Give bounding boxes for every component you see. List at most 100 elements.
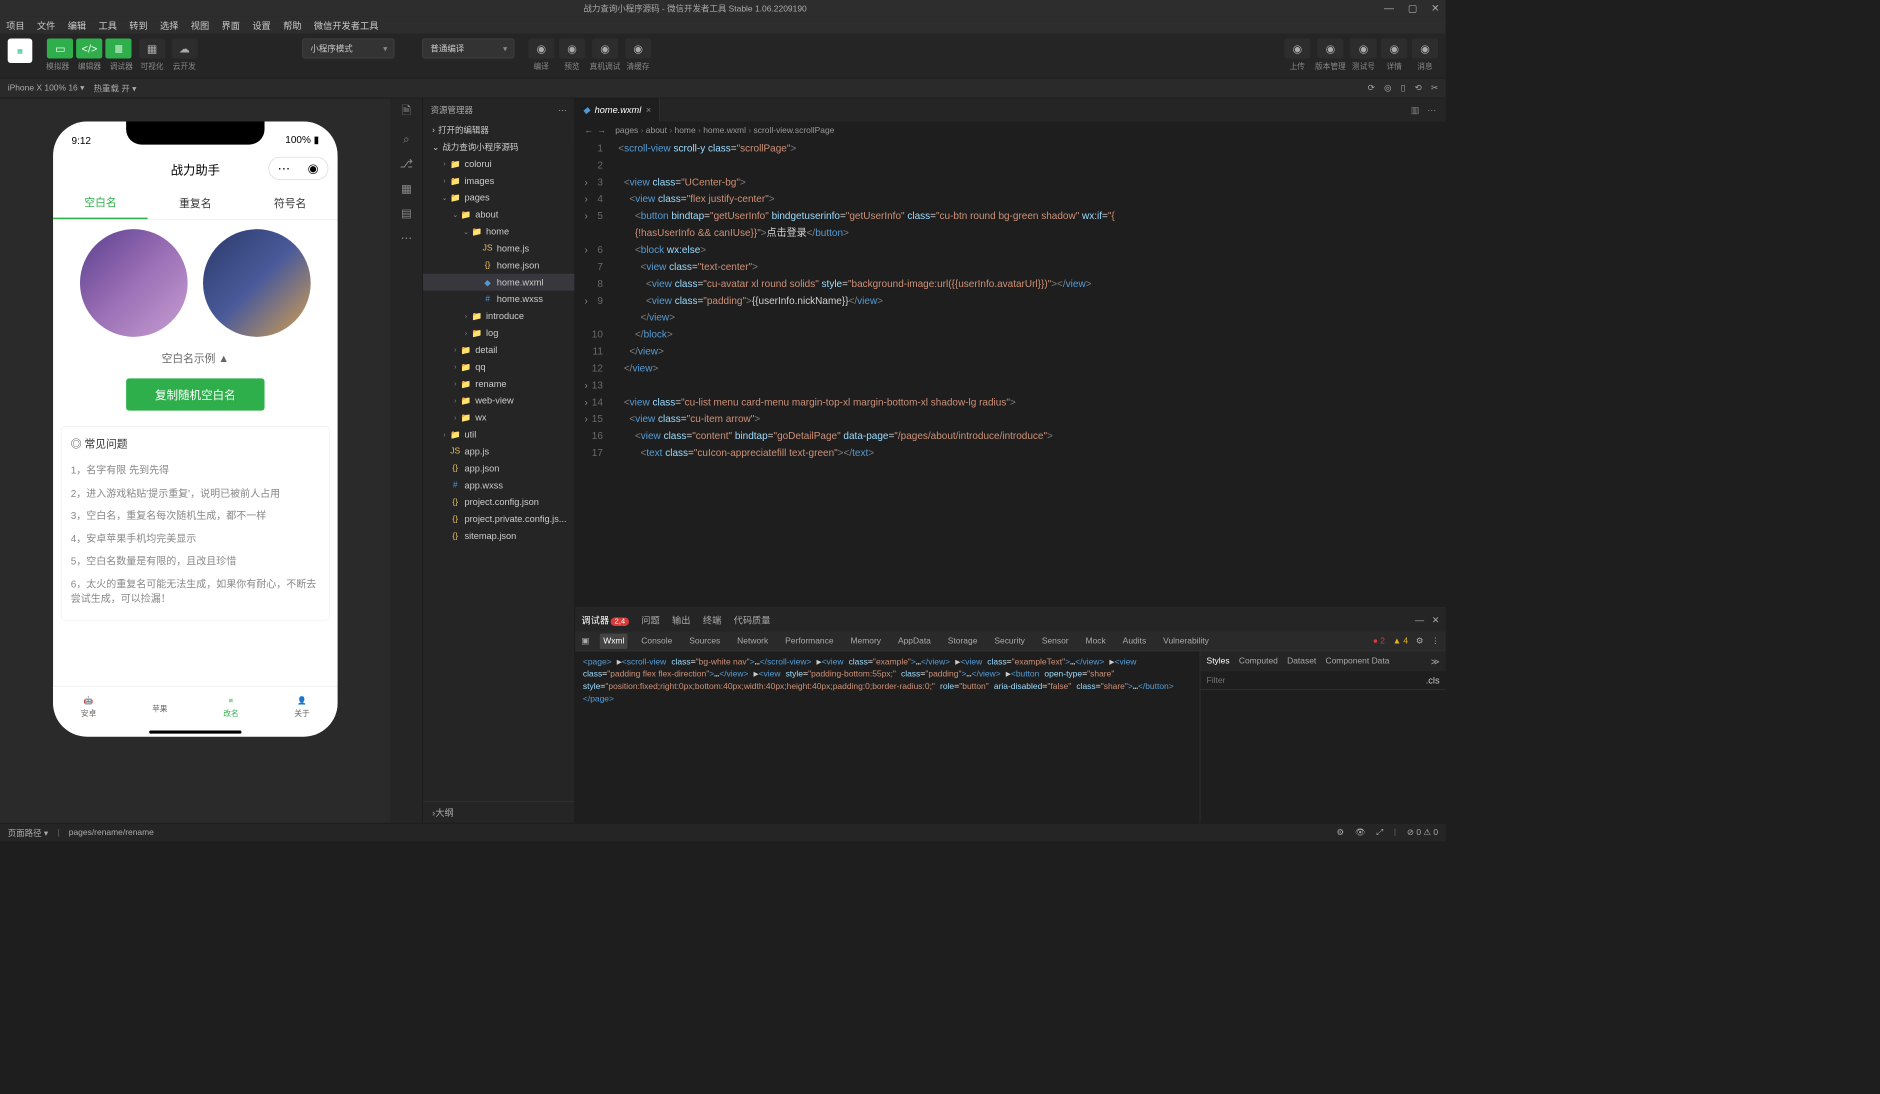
menu-视图[interactable]: 视图 bbox=[191, 19, 209, 32]
visual-button[interactable]: ▦ bbox=[139, 38, 165, 58]
menu-文件[interactable]: 文件 bbox=[37, 19, 55, 32]
dt-sub-Memory[interactable]: Memory bbox=[847, 633, 884, 648]
close-button[interactable]: ✕ bbox=[1431, 2, 1439, 14]
styles-filter-input[interactable] bbox=[1207, 676, 1426, 685]
tb-预览[interactable]: ◉ bbox=[559, 38, 585, 58]
dt-sub-Network[interactable]: Network bbox=[734, 633, 771, 648]
copy-random-name-button[interactable]: 复制随机空白名 bbox=[126, 378, 264, 410]
tree-app.wxss[interactable]: #app.wxss bbox=[423, 477, 574, 494]
crumb[interactable]: pages bbox=[615, 126, 638, 135]
editor-tab-home-wxml[interactable]: ◆ home.wxml × bbox=[575, 98, 660, 121]
dt-more-icon[interactable]: ⋮ bbox=[1431, 636, 1439, 646]
styles-tab-Dataset[interactable]: Dataset bbox=[1287, 657, 1316, 666]
dt-tab-输出[interactable]: 输出 bbox=[672, 613, 690, 626]
editor-toggle[interactable]: </> bbox=[76, 38, 102, 58]
cut-icon[interactable]: ✂ bbox=[1431, 83, 1438, 93]
crumb-back[interactable]: ← bbox=[584, 126, 592, 135]
dt-tab-代码质量[interactable]: 代码质量 bbox=[734, 613, 771, 626]
tree-app.js[interactable]: JSapp.js bbox=[423, 443, 574, 460]
search-nav-icon[interactable]: ⌕ bbox=[403, 133, 409, 146]
tb-编译[interactable]: ◉ bbox=[528, 38, 554, 58]
editor-more-icon[interactable]: ⋯ bbox=[1427, 105, 1436, 116]
refresh-icon[interactable]: ⟳ bbox=[1368, 83, 1375, 93]
hot-reload-select[interactable]: 热重载 开 ▾ bbox=[94, 82, 137, 94]
close-tab-icon[interactable]: × bbox=[646, 105, 651, 116]
tree-util[interactable]: ›📁util bbox=[423, 426, 574, 443]
tree-home.wxml[interactable]: ◆home.wxml bbox=[423, 274, 574, 291]
mode-select[interactable]: 小程序模式 bbox=[302, 38, 394, 58]
menu-编辑[interactable]: 编辑 bbox=[68, 19, 86, 32]
sim-tab-0[interactable]: 空白名 bbox=[53, 186, 148, 219]
tree-qq[interactable]: ›📁qq bbox=[423, 358, 574, 375]
tree-project.private.config.js...[interactable]: {}project.private.config.js... bbox=[423, 511, 574, 528]
tree-home.json[interactable]: {}home.json bbox=[423, 257, 574, 274]
tree-wx[interactable]: ›📁wx bbox=[423, 409, 574, 426]
tb-清缓存[interactable]: ◉ bbox=[625, 38, 651, 58]
bottom-nav-改名[interactable]: ≡改名 bbox=[195, 687, 266, 728]
tree-about[interactable]: ⌄📁about bbox=[423, 206, 574, 223]
tree-pages[interactable]: ⌄📁pages bbox=[423, 189, 574, 206]
tree-web-view[interactable]: ›📁web-view bbox=[423, 392, 574, 409]
dt-sub-Audits[interactable]: Audits bbox=[1120, 633, 1150, 648]
tree-home[interactable]: ⌄📁home bbox=[423, 223, 574, 240]
bottom-nav-苹果[interactable]: 苹果 bbox=[124, 687, 195, 728]
split-editor-icon[interactable]: ▥ bbox=[1411, 105, 1420, 116]
tree-sitemap.json[interactable]: {}sitemap.json bbox=[423, 528, 574, 545]
dt-sub-Console[interactable]: Console bbox=[638, 633, 675, 648]
device-select[interactable]: iPhone X 100% 16 ▾ bbox=[8, 83, 85, 93]
rotate-icon[interactable]: ⟲ bbox=[1415, 83, 1422, 93]
menu-项目[interactable]: 项目 bbox=[6, 19, 24, 32]
dt-sub-AppData[interactable]: AppData bbox=[895, 633, 934, 648]
inspect-icon[interactable]: ▣ bbox=[581, 636, 589, 646]
crumb[interactable]: about bbox=[646, 126, 667, 135]
bottom-nav-安卓[interactable]: 🤖安卓 bbox=[53, 687, 124, 728]
cls-toggle[interactable]: .cls bbox=[1426, 675, 1440, 686]
tree-home.js[interactable]: JShome.js bbox=[423, 240, 574, 257]
dt-sub-Sensor[interactable]: Sensor bbox=[1039, 633, 1072, 648]
compile-select[interactable]: 普通编译 bbox=[422, 38, 514, 58]
tb-详情[interactable]: ◉ bbox=[1381, 38, 1407, 58]
tb-消息[interactable]: ◉ bbox=[1412, 38, 1438, 58]
tree-detail[interactable]: ›📁detail bbox=[423, 341, 574, 358]
open-editors-section[interactable]: › 打开的编辑器 bbox=[423, 122, 574, 139]
tree-rename[interactable]: ›📁rename bbox=[423, 375, 574, 392]
tb-版本管理[interactable]: ◉ bbox=[1317, 38, 1343, 58]
target-icon[interactable]: ◎ bbox=[1384, 83, 1391, 93]
sim-tab-1[interactable]: 重复名 bbox=[148, 186, 243, 219]
dt-sub-Security[interactable]: Security bbox=[991, 633, 1028, 648]
gear-icon[interactable]: ⚙ bbox=[1416, 636, 1424, 646]
capsule-menu[interactable]: ⋯◉ bbox=[268, 157, 328, 180]
git-icon[interactable]: ⎇ bbox=[400, 157, 413, 171]
explorer-more-icon[interactable]: ⋯ bbox=[558, 105, 566, 115]
menu-工具[interactable]: 工具 bbox=[98, 19, 116, 32]
cloud-dev-button[interactable]: ☁ bbox=[171, 38, 197, 58]
debugger-toggle[interactable]: ≣ bbox=[106, 38, 132, 58]
dt-sub-Performance[interactable]: Performance bbox=[782, 633, 837, 648]
menu-微信开发者工具[interactable]: 微信开发者工具 bbox=[314, 19, 379, 32]
menu-帮助[interactable]: 帮助 bbox=[283, 19, 301, 32]
tree-app.json[interactable]: {}app.json bbox=[423, 460, 574, 477]
dt-sub-Vulnerability[interactable]: Vulnerability bbox=[1160, 633, 1212, 648]
sim-tab-2[interactable]: 符号名 bbox=[243, 186, 338, 219]
outline-section[interactable]: › 大纲 bbox=[423, 801, 574, 823]
project-root[interactable]: ⌄ 战力查询小程序源码 bbox=[423, 138, 574, 155]
maximize-button[interactable]: ▢ bbox=[1408, 2, 1417, 14]
tb-测试号[interactable]: ◉ bbox=[1350, 38, 1376, 58]
styles-tab-Styles[interactable]: Styles bbox=[1207, 657, 1230, 666]
tree-home.wxss[interactable]: #home.wxss bbox=[423, 291, 574, 308]
dt-tab-终端[interactable]: 终端 bbox=[703, 613, 721, 626]
dt-sub-Mock[interactable]: Mock bbox=[1082, 633, 1108, 648]
tb-真机调试[interactable]: ◉ bbox=[592, 38, 618, 58]
devtools-close-icon[interactable]: ✕ bbox=[1432, 614, 1440, 625]
menu-转到[interactable]: 转到 bbox=[129, 19, 147, 32]
more-nav-icon[interactable]: ⋯ bbox=[401, 231, 413, 245]
minimize-button[interactable]: — bbox=[1384, 2, 1394, 14]
tree-log[interactable]: ›📁log bbox=[423, 325, 574, 342]
menu-界面[interactable]: 界面 bbox=[222, 19, 240, 32]
scene-icon[interactable]: ⚙ bbox=[1337, 827, 1345, 837]
devtools-minimize-icon[interactable]: — bbox=[1415, 614, 1424, 625]
tree-colorui[interactable]: ›📁colorui bbox=[423, 155, 574, 172]
crumb[interactable]: home.wxml bbox=[703, 126, 746, 135]
crumb-fwd[interactable]: → bbox=[598, 126, 606, 135]
dt-sub-Wxml[interactable]: Wxml bbox=[600, 633, 627, 648]
